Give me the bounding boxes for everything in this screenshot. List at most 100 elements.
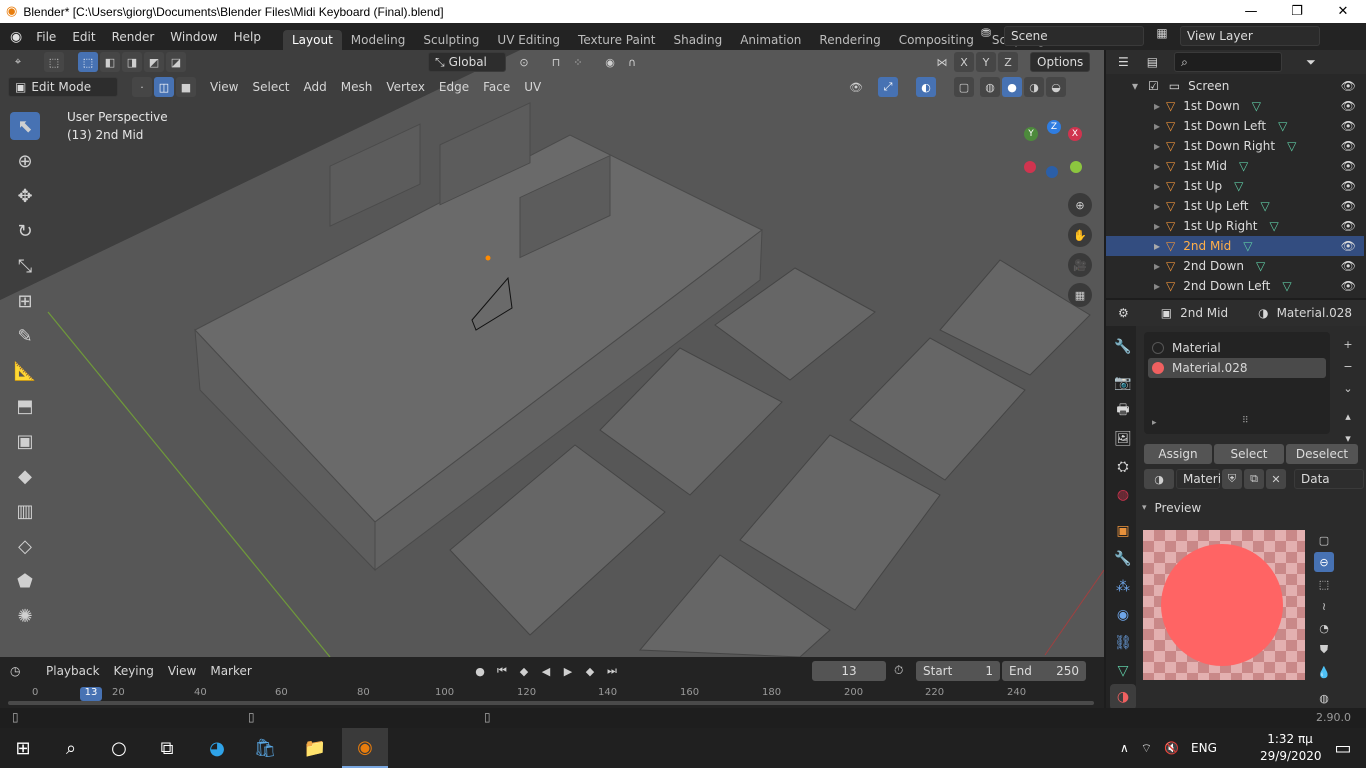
current-frame-marker[interactable]: 13	[80, 687, 102, 701]
tab-sculpting[interactable]: Sculpting	[414, 30, 488, 50]
outliner-item[interactable]: ▸ ▽ 2nd Down ▽ 👁	[1106, 256, 1364, 276]
tool-select-icon[interactable]: ⬚	[44, 52, 64, 72]
viewport-3d[interactable]: ▣ Edit Mode · ◫ ■ View Select Add Mesh Ve…	[0, 50, 1104, 657]
grid-icon[interactable]: ▦	[1068, 283, 1092, 307]
eye-icon[interactable]: 👁	[1341, 119, 1356, 133]
expand-icon[interactable]: ▸	[1154, 119, 1160, 133]
eye-icon[interactable]: 👁	[1341, 159, 1356, 173]
language-indicator[interactable]: ENG	[1191, 741, 1217, 755]
falloff-icon[interactable]: ∩	[622, 52, 642, 72]
edge-browser-icon[interactable]: ◕	[194, 728, 240, 768]
expand-icon[interactable]: ▸	[1154, 239, 1160, 253]
tab-layout[interactable]: Layout	[282, 30, 342, 50]
stopwatch-icon[interactable]: ⏱	[894, 663, 903, 678]
cortana-icon[interactable]: ○	[96, 728, 142, 768]
zoom-icon[interactable]: ⊕	[1068, 193, 1092, 217]
navigation-gizmo[interactable]: Z Y X	[1022, 120, 1088, 180]
solid-shading-button[interactable]: ●	[1002, 77, 1022, 97]
menu-add[interactable]: Add	[298, 77, 333, 97]
view-layer-tab-icon[interactable]: 🖼	[1110, 426, 1136, 452]
scale-tool[interactable]: ⤡	[10, 252, 40, 280]
axis-x-toggle[interactable]: X	[954, 52, 974, 72]
scene-tab-icon[interactable]: ⛭	[1110, 454, 1136, 480]
gizmo-neg-z[interactable]	[1046, 166, 1058, 178]
volume-icon[interactable]: 🔇	[1164, 741, 1179, 755]
knife-tool[interactable]: ◇	[10, 532, 40, 560]
select-new-button[interactable]: ⬚	[78, 52, 98, 72]
tool-tab-icon[interactable]: 🔧	[1110, 334, 1136, 360]
gizmo-x[interactable]: X	[1068, 127, 1082, 141]
camera-icon[interactable]: 🎥	[1068, 253, 1092, 277]
filter-icon[interactable]: ⏷	[1306, 55, 1316, 70]
editor-type-icon[interactable]: ⌖	[8, 52, 28, 72]
tab-shading[interactable]: Shading	[664, 30, 731, 50]
preview-monkey-icon[interactable]: ◔	[1314, 618, 1334, 638]
eye-icon[interactable]: 👁	[1341, 279, 1356, 293]
scene-selector[interactable]: Scene	[1004, 26, 1144, 46]
timeline-scrollbar[interactable]	[8, 701, 1094, 705]
expand-list-icon[interactable]: ▸	[1152, 418, 1157, 428]
jump-start-icon[interactable]: ⏮	[492, 661, 512, 681]
duplicate-material-icon[interactable]: ⧉	[1244, 469, 1264, 489]
search-icon[interactable]: ⌕	[48, 728, 94, 768]
menu-render[interactable]: Render	[104, 30, 163, 44]
outliner-item[interactable]: ▸ ▽ 1st Up Right ▽ 👁	[1106, 216, 1364, 236]
eye-icon[interactable]: 👁	[1341, 179, 1356, 193]
collapse-icon[interactable]: ▾	[1132, 79, 1138, 93]
gizmo-z[interactable]: Z	[1047, 120, 1061, 134]
constraints-tab-icon[interactable]: ⛓	[1110, 630, 1136, 656]
rotate-tool[interactable]: ↻	[10, 217, 40, 245]
menu-file[interactable]: File	[28, 30, 64, 44]
scene-icon[interactable]: ⛃	[972, 26, 1000, 46]
preview-hair-icon[interactable]: ≀	[1314, 596, 1334, 616]
menu-window[interactable]: Window	[162, 30, 225, 44]
eye-icon[interactable]: 👁	[1341, 199, 1356, 213]
minimize-button[interactable]: —	[1228, 0, 1274, 23]
menu-marker[interactable]: Marker	[204, 661, 257, 681]
orientation-selector[interactable]: ⤡ Global	[428, 52, 506, 72]
view-layer-selector[interactable]: View Layer	[1180, 26, 1320, 46]
expand-icon[interactable]: ▸	[1154, 99, 1160, 113]
transform-tool[interactable]: ⊞	[10, 287, 40, 315]
menu-playback[interactable]: Playback	[40, 661, 106, 681]
network-icon[interactable]: ⌔	[1141, 741, 1152, 756]
material-slot[interactable]: Material	[1148, 338, 1326, 358]
select-invert-button[interactable]: ◩	[144, 52, 164, 72]
expand-icon[interactable]: ▸	[1154, 159, 1160, 173]
file-explorer-icon[interactable]: 📁	[292, 728, 338, 768]
preview-panel-header[interactable]: ▾ Preview	[1142, 501, 1201, 515]
remove-slot-icon[interactable]: −	[1338, 356, 1358, 376]
menu-view[interactable]: View	[204, 77, 244, 97]
data-tab-icon[interactable]: ▽	[1110, 658, 1136, 684]
assign-button[interactable]: Assign	[1144, 444, 1212, 464]
snap-icon[interactable]: ⊓	[546, 52, 566, 72]
outliner-item[interactable]: ▸ ▽ 2nd Down Left ▽ 👁	[1106, 276, 1364, 296]
checkbox-icon[interactable]: ☑	[1148, 79, 1159, 93]
bevel-tool[interactable]: ◆	[10, 462, 40, 490]
display-mode-icon[interactable]: ▤	[1147, 55, 1158, 69]
options-dropdown[interactable]: Options	[1030, 52, 1090, 72]
tray-expand-icon[interactable]: ∧	[1120, 741, 1129, 755]
unlink-material-icon[interactable]: ✕	[1266, 469, 1286, 489]
material-tab-icon[interactable]: ◑	[1110, 684, 1136, 710]
inset-tool[interactable]: ▣	[10, 427, 40, 455]
menu-help[interactable]: Help	[226, 30, 269, 44]
end-frame-field[interactable]: End 250	[1002, 661, 1086, 681]
proportional-edit-icon[interactable]: ◉	[600, 52, 620, 72]
pivot-icon[interactable]: ⊙	[514, 52, 534, 72]
expand-icon[interactable]: ▸	[1154, 219, 1160, 233]
view-layer-icon[interactable]: ▦	[1148, 26, 1176, 46]
wireframe-shading-button[interactable]: ◍	[980, 77, 1000, 97]
gizmo-y[interactable]: Y	[1024, 127, 1038, 141]
slot-menu-icon[interactable]: ⌄	[1338, 378, 1358, 398]
material-slot-selected[interactable]: Material.028	[1148, 358, 1326, 378]
annotate-tool[interactable]: ✎	[10, 322, 40, 350]
menu-edge[interactable]: Edge	[433, 77, 475, 97]
mode-selector[interactable]: ▣ Edit Mode	[8, 77, 118, 97]
poly-build-tool[interactable]: ⬟	[10, 567, 40, 595]
expand-icon[interactable]: ▸	[1154, 279, 1160, 293]
deselect-button[interactable]: Deselect	[1286, 444, 1358, 464]
overlay-toggle[interactable]: ◐	[916, 77, 936, 97]
eye-icon[interactable]: 👁	[1341, 139, 1356, 153]
outliner-item[interactable]: ▸ ▽ 1st Up ▽ 👁	[1106, 176, 1364, 196]
